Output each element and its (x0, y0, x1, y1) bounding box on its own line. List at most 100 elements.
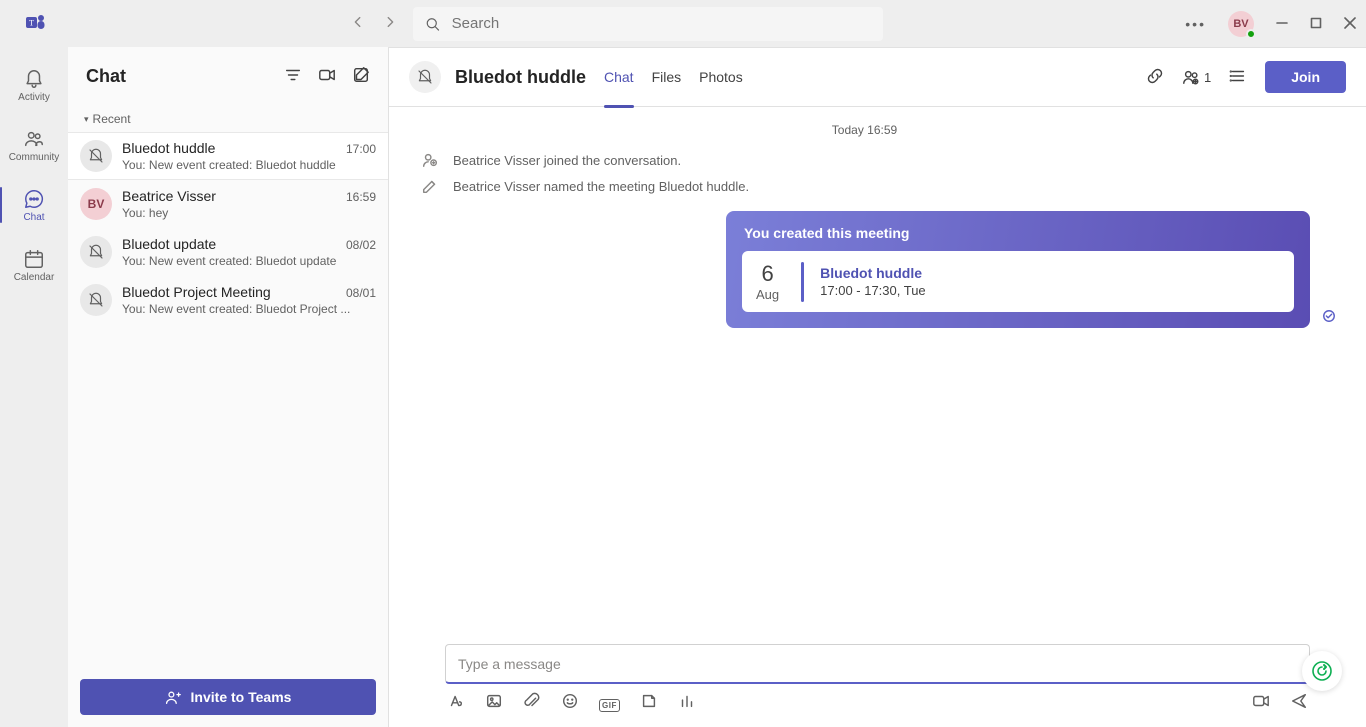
video-clip-button[interactable] (1252, 692, 1270, 713)
meeting-created-label: You created this meeting (726, 211, 1310, 251)
nav-arrows (351, 15, 397, 32)
view-list-button[interactable] (1229, 67, 1247, 88)
grammarly-widget[interactable] (1302, 651, 1342, 691)
participants-button[interactable]: 1 (1182, 68, 1211, 86)
chat-item-bluedot-huddle[interactable]: Bluedot huddle 17:00 You: New event creat… (68, 132, 388, 180)
back-button[interactable] (351, 15, 365, 32)
chat-avatar-icon (80, 284, 112, 316)
read-receipt-icon (1322, 309, 1336, 326)
bell-off-icon (87, 243, 105, 261)
meeting-card[interactable]: You created this meeting 6 Aug Bluedot h… (726, 211, 1310, 328)
meeting-color-bar (801, 262, 804, 302)
panel-header: Chat (68, 47, 388, 106)
pencil-icon (421, 177, 439, 195)
chat-list: Bluedot huddle 17:00 You: New event creat… (68, 132, 388, 669)
attach-button[interactable] (523, 692, 541, 713)
rail-activity[interactable]: Activity (0, 57, 68, 113)
day-divider: Today 16:59 (419, 123, 1310, 137)
chat-icon (23, 188, 45, 210)
people-icon (1182, 68, 1200, 86)
compose-input[interactable] (458, 656, 1297, 672)
chat-avatar-initials: BV (80, 188, 112, 220)
search-icon (425, 16, 440, 32)
tab-chat[interactable]: Chat (604, 48, 634, 107)
people-icon (23, 128, 45, 150)
chat-item-preview: You: hey (122, 206, 376, 220)
bell-off-icon (87, 291, 105, 309)
chat-item-preview: You: New event created: Bluedot Project … (122, 302, 376, 316)
chat-avatar-icon (80, 140, 112, 172)
search-input[interactable] (452, 15, 871, 32)
chat-item-bluedot-update[interactable]: Bluedot update08/02 You: New event creat… (68, 228, 388, 276)
system-text: Beatrice Visser joined the conversation. (453, 153, 681, 168)
chat-item-title: Bluedot huddle (122, 140, 215, 156)
chat-item-time: 17:00 (346, 142, 376, 156)
image-button[interactable] (485, 692, 503, 713)
filter-button[interactable] (284, 66, 302, 87)
search-box[interactable] (413, 7, 883, 41)
sticker-button[interactable] (640, 692, 658, 713)
rail-label: Activity (18, 92, 50, 103)
compose-toolbar: GIF (445, 684, 1310, 713)
person-add-icon (421, 151, 439, 169)
rail-calendar[interactable]: Calendar (0, 237, 68, 293)
meet-now-button[interactable] (318, 66, 336, 87)
invite-label: Invite to Teams (191, 689, 292, 705)
meeting-day: 6 (756, 261, 779, 287)
copy-link-button[interactable] (1146, 67, 1164, 88)
compose-area: GIF (389, 644, 1366, 727)
section-recent[interactable]: Recent (68, 106, 388, 132)
meeting-inner: 6 Aug Bluedot huddle 17:00 - 17:30, Tue (742, 251, 1294, 312)
poll-button[interactable] (678, 692, 696, 713)
chat-avatar-icon (80, 236, 112, 268)
titlebar: T ••• BV (0, 0, 1366, 47)
join-button[interactable]: Join (1265, 61, 1346, 93)
minimize-button[interactable] (1276, 16, 1288, 32)
chat-item-title: Bluedot Project Meeting (122, 284, 271, 300)
chat-item-preview: You: New event created: Bluedot huddle (122, 158, 376, 172)
rail-community[interactable]: Community (0, 117, 68, 173)
chat-item-time: 16:59 (346, 190, 376, 204)
person-add-icon (165, 689, 181, 705)
maximize-button[interactable] (1310, 16, 1322, 32)
rail-label: Calendar (14, 272, 55, 283)
conversation-avatar (409, 61, 441, 93)
tab-files[interactable]: Files (652, 48, 682, 107)
avatar-initials: BV (1233, 18, 1248, 30)
chat-list-panel: Chat Recent Bluedot huddle 17:00 You: New… (68, 47, 389, 727)
meeting-title: Bluedot huddle (820, 265, 926, 281)
meeting-date: 6 Aug (756, 261, 785, 302)
svg-text:T: T (29, 18, 34, 27)
presence-indicator (1246, 29, 1256, 39)
system-message-joined: Beatrice Visser joined the conversation. (419, 147, 1310, 173)
chat-item-time: 08/02 (346, 238, 376, 252)
emoji-button[interactable] (561, 692, 579, 713)
chat-item-beatrice[interactable]: BV Beatrice Visser 16:59 You: hey (68, 180, 388, 228)
forward-button[interactable] (383, 15, 397, 32)
rail-chat[interactable]: Chat (0, 177, 68, 233)
tab-photos[interactable]: Photos (699, 48, 743, 107)
bell-off-icon (87, 147, 105, 165)
rail-label: Community (9, 152, 60, 163)
system-message-named: Beatrice Visser named the meeting Bluedo… (419, 173, 1310, 199)
bell-off-icon (416, 68, 434, 86)
chat-item-title: Beatrice Visser (122, 188, 216, 204)
format-button[interactable] (447, 692, 465, 713)
close-button[interactable] (1344, 16, 1356, 32)
calendar-icon (23, 248, 45, 270)
system-text: Beatrice Visser named the meeting Bluedo… (453, 179, 749, 194)
conversation-area: Bluedot huddle Chat Files Photos 1 Join … (389, 47, 1366, 727)
conversation-header: Bluedot huddle Chat Files Photos 1 Join (389, 48, 1366, 107)
more-button[interactable]: ••• (1185, 16, 1206, 32)
new-chat-button[interactable] (352, 66, 370, 87)
app-rail: Activity Community Chat Calendar (0, 47, 68, 727)
rail-label: Chat (23, 212, 44, 223)
send-button[interactable] (1290, 692, 1308, 713)
chat-item-bluedot-project[interactable]: Bluedot Project Meeting08/01 You: New ev… (68, 276, 388, 324)
conversation-title: Bluedot huddle (455, 67, 586, 88)
user-avatar[interactable]: BV (1228, 11, 1254, 37)
chat-item-title: Bluedot update (122, 236, 216, 252)
invite-to-teams-button[interactable]: Invite to Teams (80, 679, 376, 715)
gif-button[interactable]: GIF (599, 695, 620, 711)
compose-box[interactable] (445, 644, 1310, 684)
